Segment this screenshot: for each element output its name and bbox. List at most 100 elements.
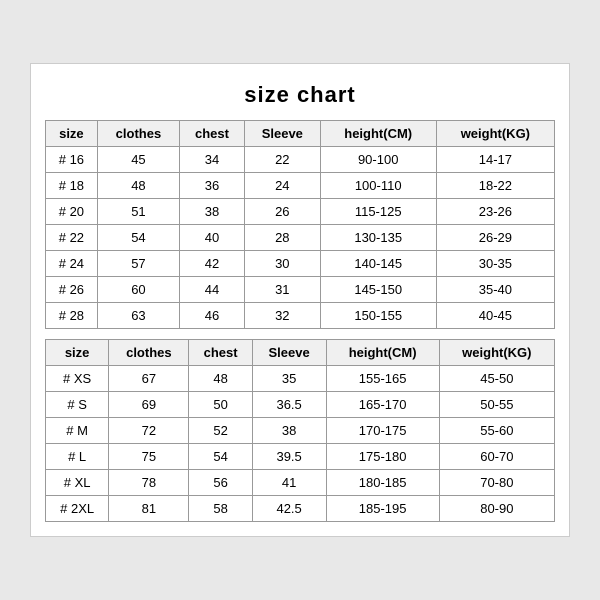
table-cell: 40 xyxy=(180,225,245,251)
table-cell: 60 xyxy=(97,277,179,303)
table-row: # XL785641180-18570-80 xyxy=(46,470,555,496)
table-cell: 69 xyxy=(109,392,189,418)
table-cell: 44 xyxy=(180,277,245,303)
size-table-1: sizeclotheschestSleeveheight(CM)weight(K… xyxy=(45,120,555,329)
table-cell: 50 xyxy=(189,392,252,418)
table2-body: # XS674835155-16545-50# S695036.5165-170… xyxy=(46,366,555,522)
table-cell: 38 xyxy=(252,418,326,444)
table-cell: # XS xyxy=(46,366,109,392)
table1-col-header: weight(KG) xyxy=(436,121,554,147)
table-cell: 56 xyxy=(189,470,252,496)
table-cell: 180-185 xyxy=(326,470,439,496)
table2-col-header: height(CM) xyxy=(326,340,439,366)
table-row: # XS674835155-16545-50 xyxy=(46,366,555,392)
table2-col-header: chest xyxy=(189,340,252,366)
table-cell: # M xyxy=(46,418,109,444)
table-cell: 67 xyxy=(109,366,189,392)
table-cell: 23-26 xyxy=(436,199,554,225)
table2-col-header: size xyxy=(46,340,109,366)
table-cell: 36 xyxy=(180,173,245,199)
table1-col-header: clothes xyxy=(97,121,179,147)
table1-header: sizeclotheschestSleeveheight(CM)weight(K… xyxy=(46,121,555,147)
table-cell: 42.5 xyxy=(252,496,326,522)
table-row: # 1645342290-10014-17 xyxy=(46,147,555,173)
table-row: # M725238170-17555-60 xyxy=(46,418,555,444)
table2-col-header: Sleeve xyxy=(252,340,326,366)
table-cell: 30 xyxy=(244,251,320,277)
table-cell: 41 xyxy=(252,470,326,496)
table-cell: 50-55 xyxy=(439,392,554,418)
table-row: # 22544028130-13526-29 xyxy=(46,225,555,251)
table-cell: 58 xyxy=(189,496,252,522)
table-cell: 78 xyxy=(109,470,189,496)
table-cell: 40-45 xyxy=(436,303,554,329)
table-cell: 38 xyxy=(180,199,245,225)
table1-col-header: Sleeve xyxy=(244,121,320,147)
table-cell: 165-170 xyxy=(326,392,439,418)
section-divider xyxy=(45,329,555,339)
table2-col-header: weight(KG) xyxy=(439,340,554,366)
table-row: # 26604431145-15035-40 xyxy=(46,277,555,303)
table-cell: 54 xyxy=(97,225,179,251)
table-row: # 20513826115-12523-26 xyxy=(46,199,555,225)
table-cell: 170-175 xyxy=(326,418,439,444)
table-cell: 90-100 xyxy=(320,147,436,173)
table-cell: # S xyxy=(46,392,109,418)
table-cell: # 24 xyxy=(46,251,98,277)
table-cell: 32 xyxy=(244,303,320,329)
size-chart-card: size chart sizeclotheschestSleeveheight(… xyxy=(30,63,570,537)
table-cell: 70-80 xyxy=(439,470,554,496)
table-cell: # XL xyxy=(46,470,109,496)
table-cell: 18-22 xyxy=(436,173,554,199)
table-row: # L755439.5175-18060-70 xyxy=(46,444,555,470)
table-cell: # 22 xyxy=(46,225,98,251)
table-cell: 45-50 xyxy=(439,366,554,392)
table-cell: 185-195 xyxy=(326,496,439,522)
table-cell: 100-110 xyxy=(320,173,436,199)
table-cell: 45 xyxy=(97,147,179,173)
table-row: # 2XL815842.5185-19580-90 xyxy=(46,496,555,522)
table-cell: 34 xyxy=(180,147,245,173)
table-cell: 26 xyxy=(244,199,320,225)
table-cell: 150-155 xyxy=(320,303,436,329)
table-cell: # 16 xyxy=(46,147,98,173)
table2-col-header: clothes xyxy=(109,340,189,366)
table-cell: 140-145 xyxy=(320,251,436,277)
table-row: # S695036.5165-17050-55 xyxy=(46,392,555,418)
table-cell: 14-17 xyxy=(436,147,554,173)
size-table-2: sizeclotheschestSleeveheight(CM)weight(K… xyxy=(45,339,555,522)
table-cell: 30-35 xyxy=(436,251,554,277)
table-cell: 52 xyxy=(189,418,252,444)
table-row: # 28634632150-15540-45 xyxy=(46,303,555,329)
table2-header: sizeclotheschestSleeveheight(CM)weight(K… xyxy=(46,340,555,366)
table-cell: 35 xyxy=(252,366,326,392)
table-cell: 42 xyxy=(180,251,245,277)
table-cell: 54 xyxy=(189,444,252,470)
table-cell: 115-125 xyxy=(320,199,436,225)
table-row: # 18483624100-11018-22 xyxy=(46,173,555,199)
table-cell: # L xyxy=(46,444,109,470)
table-cell: 75 xyxy=(109,444,189,470)
table1-body: # 1645342290-10014-17# 18483624100-11018… xyxy=(46,147,555,329)
table-cell: 63 xyxy=(97,303,179,329)
table-cell: 35-40 xyxy=(436,277,554,303)
table1-col-header: chest xyxy=(180,121,245,147)
table-cell: # 26 xyxy=(46,277,98,303)
table-cell: 24 xyxy=(244,173,320,199)
table-cell: 155-165 xyxy=(326,366,439,392)
table-cell: 36.5 xyxy=(252,392,326,418)
table-cell: 48 xyxy=(189,366,252,392)
table-cell: # 18 xyxy=(46,173,98,199)
table-cell: 48 xyxy=(97,173,179,199)
table1-col-header: height(CM) xyxy=(320,121,436,147)
table-cell: 22 xyxy=(244,147,320,173)
table-cell: 46 xyxy=(180,303,245,329)
table-cell: 55-60 xyxy=(439,418,554,444)
table1-col-header: size xyxy=(46,121,98,147)
table-cell: # 20 xyxy=(46,199,98,225)
table-cell: 72 xyxy=(109,418,189,444)
table-cell: 51 xyxy=(97,199,179,225)
table-cell: 60-70 xyxy=(439,444,554,470)
table-cell: 175-180 xyxy=(326,444,439,470)
table-cell: 26-29 xyxy=(436,225,554,251)
